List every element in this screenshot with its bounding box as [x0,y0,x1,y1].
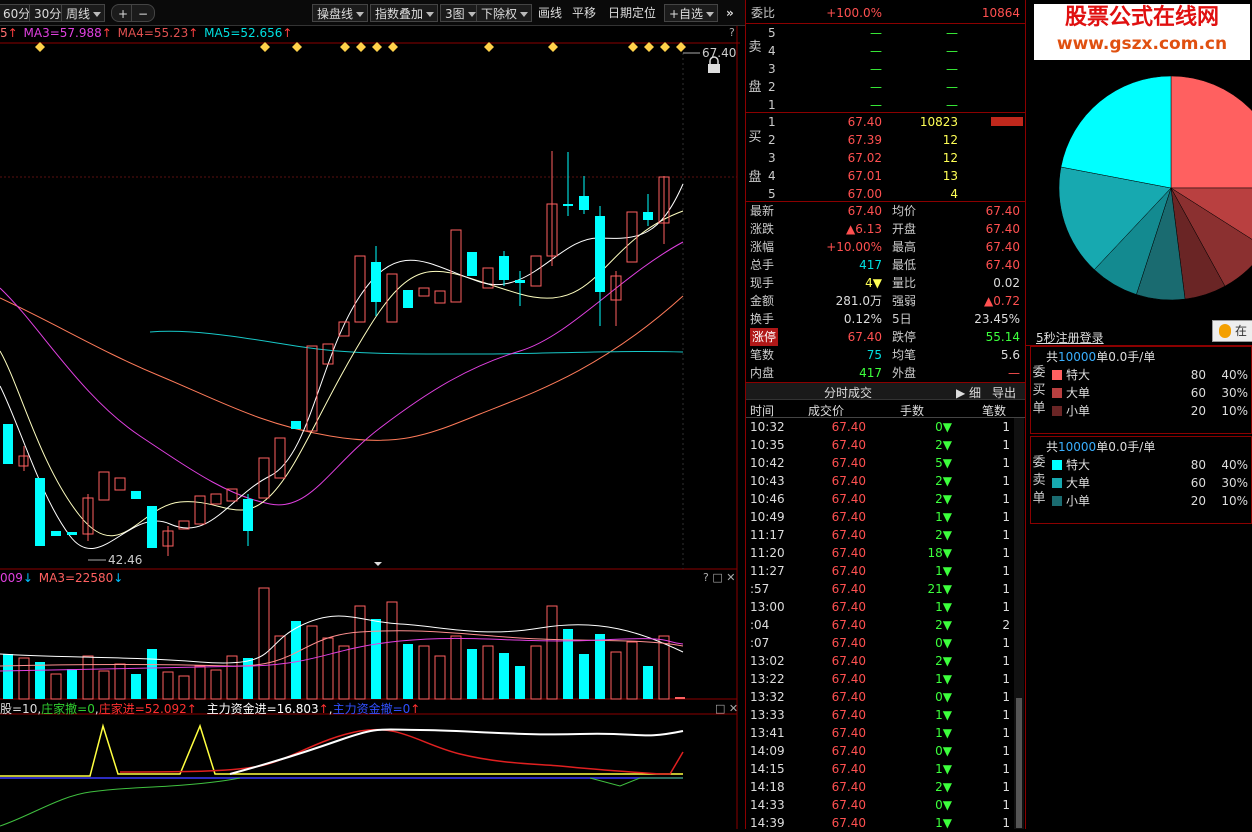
order-type-row: 大单 60 30% [1052,474,1250,492]
ticks-header-bar: 分时成交 ▶ 细 导出 [746,382,1025,400]
vol-maximize-icon[interactable]: □ [712,571,722,584]
tick-row: 14:33 67.40 0▼ 1 [750,798,1010,812]
tick-row: 10:32 67.40 0▼ 1 [750,420,1010,434]
fund-t3: 庄家进=52.092 [98,702,187,716]
tick-row: 10:35 67.40 2▼ 1 [750,438,1010,452]
site-banner[interactable]: 股票公式在线网 www.gszx.com.cn [1034,4,1250,60]
order-type-row: 大单 60 30% [1052,384,1250,402]
ticks-columns: 时间 成交价 手数 笔数 [746,400,1025,418]
pan-button[interactable]: 平移 [572,4,596,22]
ticks-export-button[interactable]: 导出 [992,384,1016,401]
order-row: 1 67.40 10823 [768,115,958,129]
vol-prefix: 009 [0,571,23,585]
operation-line-dropdown[interactable]: 操盘线 [312,4,369,22]
order-row: 4 — — [768,44,958,58]
date-locate-button[interactable]: 日期定位 [608,4,656,22]
tick-row: 10:46 67.40 2▼ 1 [750,492,1010,506]
stat-row: 金额 281.0万 强弱 ▲0.72 [750,294,1020,308]
ex-rights-dropdown[interactable]: 下除权 [476,4,533,22]
tick-row: :04 67.40 2▼ 2 [750,618,1010,632]
tick-row: 13:22 67.40 1▼ 1 [750,672,1010,686]
tick-row: 13:32 67.40 0▼ 1 [750,690,1010,704]
chart-area: 5↑ MA3=57.988↑ MA4=55.23↑ MA5=52.656↑ ? … [0,26,740,829]
tick-row: :57 67.40 21▼ 1 [750,582,1010,596]
banner-url: www.gszx.com.cn [1056,34,1228,54]
ticks-detail-button[interactable]: ▶ 细 [956,384,981,401]
tick-row: 13:33 67.40 1▼ 1 [750,708,1010,722]
ticks-title: 分时成交 [824,386,873,400]
low-price-label: 42.46 [108,553,142,567]
tick-row: 13:00 67.40 1▼ 1 [750,600,1010,614]
order-pie-chart [1058,75,1252,301]
fund-flow-legend: 股=10,庄家撤=0,庄家进=52.092↑ 主力资金进=16.803↑,主力资… [0,702,421,716]
register-link[interactable]: 5秒注册登录 [1036,329,1104,346]
weibi-row: 委比 +100.0% 10864 [751,6,1020,20]
tick-row: 11:20 67.40 18▼ 1 [750,546,1010,560]
side-panel: 股票公式在线网 www.gszx.com.cn 5秒注册登录 在 共10000单… [1025,0,1252,829]
fund-t4: 主力资金进=16.803 [206,702,319,716]
stat-row: 内盘 417 外盘 — [750,366,1020,380]
search-icon [1219,324,1231,338]
tick-row: 10:42 67.40 5▼ 1 [750,456,1010,470]
order-row: 3 67.02 12 [768,151,958,165]
high-price-label: 67.40 [702,46,736,60]
tick-row: 14:15 67.40 1▼ 1 [750,762,1010,776]
tick-row: 14:39 67.40 1▼ 1 [750,816,1010,830]
order-row: 5 — — [768,26,958,40]
buy-volume-bar [991,117,1023,126]
order-type-row: 特大 80 40% [1052,456,1250,474]
tick-row: 14:09 67.40 0▼ 1 [750,744,1010,758]
order-row: 4 67.01 13 [768,169,958,183]
pie-slice [1170,75,1252,189]
stat-row: 涨跌 ▲6.13 开盘 67.40 [750,222,1020,236]
stat-row: 总手 417 最低 67.40 [750,258,1020,272]
order-row: 2 — — [768,80,958,94]
order-row: 2 67.39 12 [768,133,958,147]
quote-panel: 委比 +100.0% 10864 卖盘 5 — —4 — —3 — —2 — —… [745,0,1025,830]
order-row: 3 — — [768,62,958,76]
fund-maximize-icon[interactable]: □ [715,702,725,715]
tick-row: 10:49 67.40 1▼ 1 [750,510,1010,524]
volume-window-controls: ? □ ✕ [703,571,735,584]
search-button[interactable]: 在 [1212,320,1252,342]
tick-row: 11:17 67.40 2▼ 1 [750,528,1010,542]
stat-row: 涨停 67.40 跌停 55.14 [750,328,1020,346]
tick-row: :07 67.40 0▼ 1 [750,636,1010,650]
index-overlay-dropdown[interactable]: 指数叠加 [370,4,439,22]
draw-line-button[interactable]: 画线 [538,4,562,22]
multi-chart-dropdown[interactable]: 3图 [440,4,480,22]
vol-ma3: MA3=22580 [38,571,114,585]
fund-t2: 庄家撤=0 [41,702,95,716]
tick-row: 11:27 67.40 1▼ 1 [750,564,1010,578]
stat-row: 换手 0.12% 5日 23.45% [750,312,1020,326]
more-icon[interactable]: » [726,4,734,22]
ticks-scrollbar[interactable] [1014,418,1024,829]
tick-row: 14:18 67.40 2▼ 1 [750,780,1010,794]
fund-t5: 主力资金撤=0 [332,702,411,716]
order-type-row: 小单 20 10% [1052,492,1250,510]
tick-row: 10:43 67.40 2▼ 1 [750,474,1010,488]
fund-t1: 股=10 [0,702,38,716]
order-type-row: 特大 80 40% [1052,366,1250,384]
tick-row: 13:02 67.40 2▼ 1 [750,654,1010,668]
fund-close-icon[interactable]: ✕ [729,702,738,715]
order-type-row: 小单 20 10% [1052,402,1250,420]
stat-row: 最新 67.40 均价 67.40 [750,204,1020,218]
candles [3,151,670,556]
zoom-out-button[interactable]: − [131,4,156,22]
watchlist-dropdown[interactable]: +自选 [664,4,719,22]
stat-row: 现手 4▼ 量比 0.02 [750,276,1020,290]
stat-row: 笔数 75 均笔 5.6 [750,348,1020,362]
scroll-down-icon [374,562,382,566]
vol-help-icon[interactable]: ? [703,571,709,584]
tick-row: 13:41 67.40 1▼ 1 [750,726,1010,740]
stat-row: 涨幅 +10.00% 最高 67.40 [750,240,1020,254]
banner-title: 股票公式在线网 [1064,5,1219,30]
vol-close-icon[interactable]: ✕ [726,571,735,584]
chart-toolbar: 60分 30分 周线 + − 操盘线 指数叠加 3图 下除权 画线 平移 日期定… [0,0,745,26]
fund-window-controls: □ ✕ [715,702,738,715]
volume-ma-legend: 009↓ MA3=22580↓ [0,571,124,585]
volume-bars [3,587,685,700]
period-week-dropdown[interactable]: 周线 [61,4,106,22]
